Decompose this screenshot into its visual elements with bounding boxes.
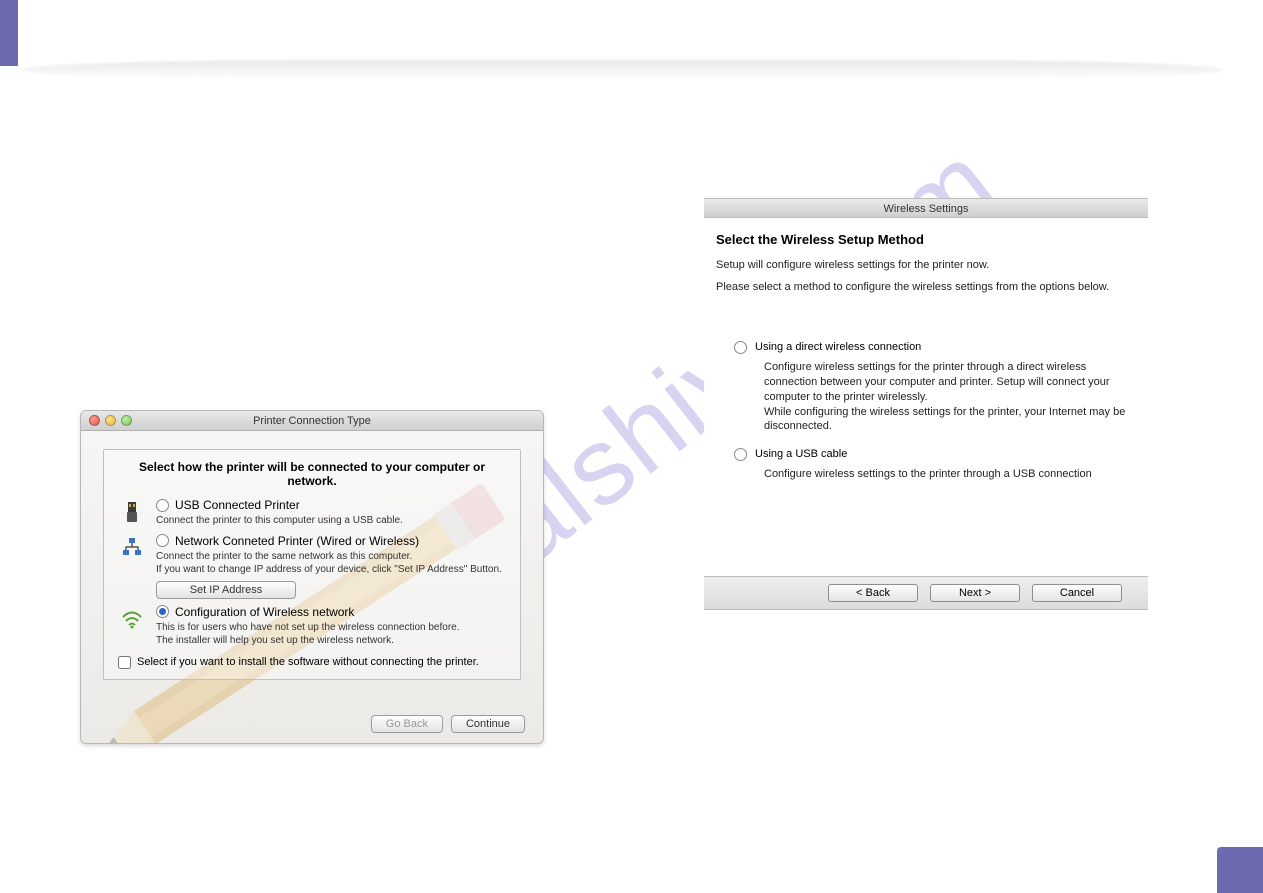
option-label: Network Conneted Printer (Wired or Wirel… — [175, 534, 419, 548]
continue-button[interactable]: Continue — [451, 715, 525, 733]
back-button[interactable]: < Back — [828, 584, 918, 602]
cancel-button[interactable]: Cancel — [1032, 584, 1122, 602]
option-direct-wireless[interactable]: Using a direct wireless connection — [716, 341, 1136, 354]
option-desc: Connect the printer to this computer usi… — [156, 514, 506, 528]
next-button[interactable]: Next > — [930, 584, 1020, 602]
option-label: USB Connected Printer — [175, 498, 300, 512]
install-without-printer-checkbox[interactable]: Select if you want to install the softwa… — [118, 656, 506, 669]
options-panel: Select how the printer will be connected… — [103, 449, 521, 680]
option-network-connected[interactable]: Network Conneted Printer (Wired or Wirel… — [118, 534, 506, 599]
dialog-para-1: Setup will configure wireless settings f… — [716, 259, 1136, 271]
usb-icon — [118, 498, 146, 528]
dialog-wireless-settings: Wireless Settings Select the Wireless Se… — [704, 198, 1148, 610]
go-back-button[interactable]: Go Back — [371, 715, 443, 733]
dialog-para-2: Please select a method to configure the … — [716, 281, 1136, 293]
option-desc: Connect the printer to the same network … — [156, 550, 506, 577]
dialog-footer: < Back Next > Cancel — [704, 576, 1148, 610]
network-icon — [118, 534, 146, 599]
set-ip-address-button[interactable]: Set IP Address — [156, 581, 296, 599]
option-label: Using a USB cable — [755, 448, 847, 460]
radio-usb-cable[interactable] — [734, 448, 747, 461]
checkbox-label: Select if you want to install the softwa… — [137, 656, 479, 668]
option-label: Configuration of Wireless network — [175, 605, 354, 619]
radio-wireless[interactable] — [156, 605, 169, 618]
option-usb-connected[interactable]: USB Connected Printer Connect the printe… — [118, 498, 506, 528]
page-accent-left — [0, 0, 18, 66]
radio-usb[interactable] — [156, 499, 169, 512]
option-desc: Configure wireless settings to the print… — [764, 467, 1136, 482]
dialog-footer: Go Back Continue — [371, 715, 525, 733]
option-usb-cable[interactable]: Using a USB cable — [716, 448, 1136, 461]
wifi-icon — [118, 605, 146, 648]
radio-direct-wireless[interactable] — [734, 341, 747, 354]
window-title: Wireless Settings — [704, 198, 1148, 218]
panel-heading: Select how the printer will be connected… — [118, 460, 506, 488]
page-accent-right — [1217, 847, 1263, 893]
option-wireless-config[interactable]: Configuration of Wireless network This i… — [118, 605, 506, 648]
page-top-shadow — [20, 60, 1223, 80]
option-desc: This is for users who have not set up th… — [156, 621, 506, 648]
dialog-printer-connection-type: Printer Connection Type Select how the p… — [80, 410, 544, 744]
checkbox-install-without[interactable] — [118, 656, 131, 669]
option-desc: Configure wireless settings for the prin… — [764, 360, 1136, 434]
radio-network[interactable] — [156, 534, 169, 547]
option-label: Using a direct wireless connection — [755, 341, 921, 353]
dialog-heading: Select the Wireless Setup Method — [716, 232, 1136, 247]
